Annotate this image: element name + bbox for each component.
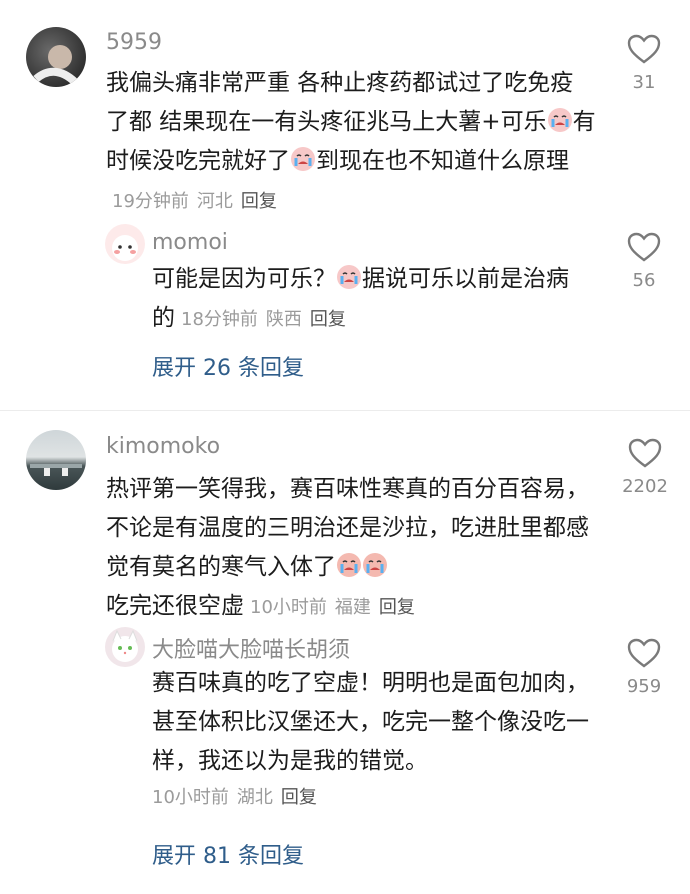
avatar[interactable] bbox=[105, 224, 145, 264]
like-count: 2202 bbox=[622, 476, 668, 497]
heart-outline-icon bbox=[628, 438, 662, 468]
crying-face-icon bbox=[291, 147, 315, 171]
heart-outline-icon bbox=[627, 638, 661, 668]
like-button[interactable]: 56 bbox=[614, 232, 674, 291]
avatar-image bbox=[112, 629, 138, 662]
reply-text: 赛百味真的吃了空虚！明明也是面包加肉，甚至体积比汉堡还大，吃完一整个像没吃一样，… bbox=[152, 670, 589, 774]
reply-button[interactable]: 回复 bbox=[281, 787, 317, 808]
crying-face-icon bbox=[547, 108, 572, 132]
username[interactable]: 大脸喵大脸喵长胡须 bbox=[152, 632, 350, 664]
reply-button[interactable]: 回复 bbox=[241, 191, 277, 212]
avatar-image bbox=[30, 464, 82, 476]
comment-text: 热评第一笑得我，赛百味性寒真的百分百容易，不论是有温度的三明治还是沙拉，吃进肚里… bbox=[106, 476, 589, 619]
comment-meta: 10小时前 福建 回复 bbox=[250, 597, 415, 618]
reply-meta: 18分钟前 陕西 回复 bbox=[181, 309, 346, 330]
comment-meta: 19分钟前 河北 回复 bbox=[112, 191, 277, 212]
avatar-image bbox=[33, 45, 81, 87]
expand-replies-button[interactable]: 展开 26 条回复 bbox=[152, 350, 304, 382]
reply-text: 可能是因为可乐？ 据说可乐以前是治病的 18分钟前 陕西 回复 bbox=[152, 265, 569, 331]
comment-text: 我偏头痛非常严重 各种止疼药都试过了吃免疫了都 结果现在一有头疼征兆马上大薯+可… bbox=[106, 70, 596, 212]
like-count: 31 bbox=[632, 72, 656, 93]
crying-face-icon bbox=[337, 553, 361, 577]
username[interactable]: 5959 bbox=[106, 30, 162, 55]
heart-outline-icon bbox=[627, 232, 661, 262]
like-button[interactable]: 959 bbox=[614, 638, 674, 697]
avatar[interactable] bbox=[105, 627, 145, 667]
crying-face-icon bbox=[363, 553, 387, 577]
username[interactable]: momoi bbox=[152, 230, 228, 255]
like-button[interactable]: 31 bbox=[614, 34, 674, 93]
like-count: 56 bbox=[632, 270, 656, 291]
reply-meta: 10小时前 湖北 回复 bbox=[152, 787, 317, 808]
divider bbox=[0, 410, 690, 411]
expand-replies-button[interactable]: 展开 81 条回复 bbox=[152, 838, 304, 870]
heart-outline-icon bbox=[627, 34, 661, 64]
avatar-image bbox=[112, 235, 138, 261]
reply-button[interactable]: 回复 bbox=[379, 597, 415, 618]
username[interactable]: kimomoko bbox=[106, 434, 220, 459]
reply-button[interactable]: 回复 bbox=[310, 309, 346, 330]
crying-face-icon bbox=[337, 265, 361, 289]
avatar[interactable] bbox=[26, 27, 86, 87]
like-count: 959 bbox=[626, 676, 662, 697]
like-button[interactable]: 2202 bbox=[610, 438, 680, 497]
avatar[interactable] bbox=[26, 430, 86, 490]
